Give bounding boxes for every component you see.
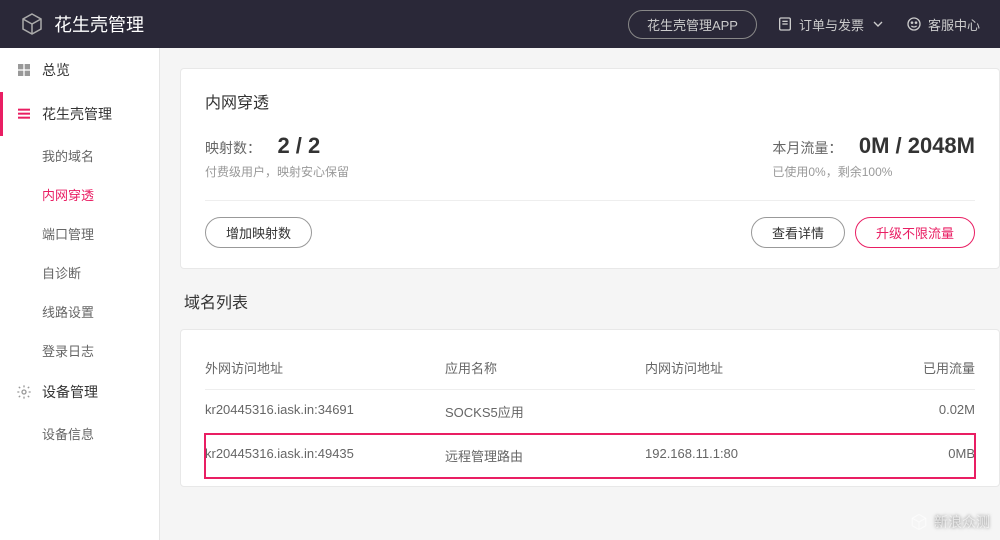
traffic-stat: 本月流量： 0M / 2048M 已使用0%，剩余100% xyxy=(772,133,975,180)
sidebar-sub-log[interactable]: 登录日志 xyxy=(0,331,159,370)
right-buttons: 查看详情 升级不限流量 xyxy=(751,217,975,248)
sidebar-sub-port[interactable]: 端口管理 xyxy=(0,214,159,253)
watermark: 新浪众测 xyxy=(910,512,990,532)
main: 内网穿透 映射数： 2 / 2 付费级用户，映射安心保留 本月流量： 0M / … xyxy=(160,48,1000,540)
body: 总览 花生壳管理 我的域名 内网穿透 端口管理 自诊断 线路设置 登录日志 设备… xyxy=(0,48,1000,540)
chevron-down-icon xyxy=(870,16,886,32)
orders-icon xyxy=(777,16,793,32)
sidebar: 总览 花生壳管理 我的域名 内网穿透 端口管理 自诊断 线路设置 登录日志 设备… xyxy=(0,48,160,540)
map-stat: 映射数： 2 / 2 付费级用户，映射安心保留 xyxy=(205,133,349,180)
cube-icon xyxy=(20,12,44,36)
header-logo: 花生壳管理 xyxy=(20,11,144,37)
add-mapping-button[interactable]: 增加映射数 xyxy=(205,217,312,248)
domain-table: 外网访问地址 应用名称 内网访问地址 已用流量 kr20445316.iask.… xyxy=(180,329,1000,487)
orders-link[interactable]: 订单与发票 xyxy=(777,15,886,34)
traffic-label: 本月流量： xyxy=(772,140,842,156)
app-title: 花生壳管理 xyxy=(54,11,144,37)
sidebar-sub-device-info[interactable]: 设备信息 xyxy=(0,414,159,453)
sidebar-item-overview[interactable]: 总览 xyxy=(0,48,159,92)
sidebar-item-device[interactable]: 设备管理 xyxy=(0,370,159,414)
list-title: 域名列表 xyxy=(184,289,1000,313)
sidebar-sub-diag[interactable]: 自诊断 xyxy=(0,253,159,292)
table-row[interactable]: kr20445316.iask.in:49435 远程管理路由 192.168.… xyxy=(205,434,975,478)
gear-icon xyxy=(16,384,32,400)
support-icon xyxy=(906,16,922,32)
sidebar-sub-route[interactable]: 线路设置 xyxy=(0,292,159,331)
dashboard-icon xyxy=(16,62,32,78)
sidebar-sub-nat[interactable]: 内网穿透 xyxy=(0,175,159,214)
table-row[interactable]: kr20445316.iask.in:34691 SOCKS5应用 0.02M xyxy=(205,390,975,434)
traffic-sub: 已使用0%，剩余100% xyxy=(772,163,975,180)
list-icon xyxy=(16,106,32,122)
header: 花生壳管理 花生壳管理APP 订单与发票 客服中心 xyxy=(0,0,1000,48)
table-header: 外网访问地址 应用名称 内网访问地址 已用流量 xyxy=(205,346,975,390)
col-app: 应用名称 xyxy=(445,358,645,377)
col-internal: 内网访问地址 xyxy=(645,358,845,377)
support-link[interactable]: 客服中心 xyxy=(906,15,980,34)
traffic-value: 0M / 2048M xyxy=(859,133,975,158)
stats-row: 映射数： 2 / 2 付费级用户，映射安心保留 本月流量： 0M / 2048M… xyxy=(205,133,975,201)
stats-card: 内网穿透 映射数： 2 / 2 付费级用户，映射安心保留 本月流量： 0M / … xyxy=(180,68,1000,269)
button-row: 增加映射数 查看详情 升级不限流量 xyxy=(205,217,975,248)
map-sub: 付费级用户，映射安心保留 xyxy=(205,163,349,180)
sidebar-item-hsk[interactable]: 花生壳管理 xyxy=(0,92,159,136)
sidebar-sub-domain[interactable]: 我的域名 xyxy=(0,136,159,175)
map-value: 2 / 2 xyxy=(277,133,320,158)
header-right: 花生壳管理APP 订单与发票 客服中心 xyxy=(628,10,980,39)
page-title: 内网穿透 xyxy=(205,89,975,113)
view-detail-button[interactable]: 查看详情 xyxy=(751,217,845,248)
map-label: 映射数： xyxy=(205,140,261,156)
upgrade-button[interactable]: 升级不限流量 xyxy=(855,217,975,248)
watermark-icon xyxy=(910,513,928,531)
app-download-button[interactable]: 花生壳管理APP xyxy=(628,10,757,39)
col-used: 已用流量 xyxy=(845,358,975,377)
col-external: 外网访问地址 xyxy=(205,358,445,377)
